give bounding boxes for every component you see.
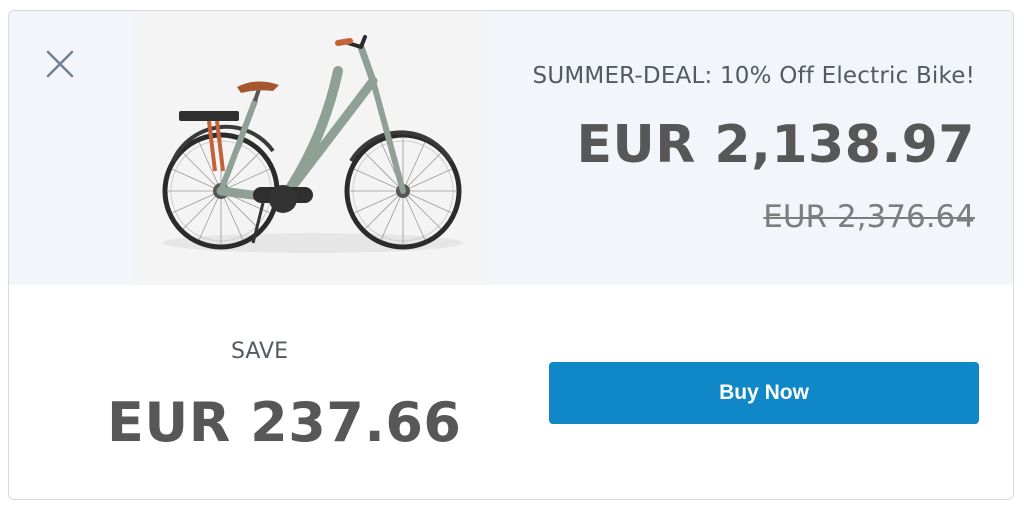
deal-title: SUMMER-DEAL: 10% Off Electric Bike! (532, 63, 975, 89)
offer-card: SUMMER-DEAL: 10% Off Electric Bike! EUR … (8, 10, 1014, 500)
offer-header-panel: SUMMER-DEAL: 10% Off Electric Bike! EUR … (9, 11, 1013, 285)
buy-now-button[interactable]: Buy Now (549, 362, 979, 424)
save-amount: EUR 237.66 (107, 391, 462, 454)
save-label: SAVE (231, 339, 288, 364)
original-price: EUR 2,376.64 (763, 199, 975, 235)
product-image (133, 11, 489, 285)
sale-price: EUR 2,138.97 (576, 115, 975, 175)
close-icon (46, 50, 74, 78)
close-button[interactable] (45, 49, 75, 79)
electric-bike-image (133, 11, 489, 285)
